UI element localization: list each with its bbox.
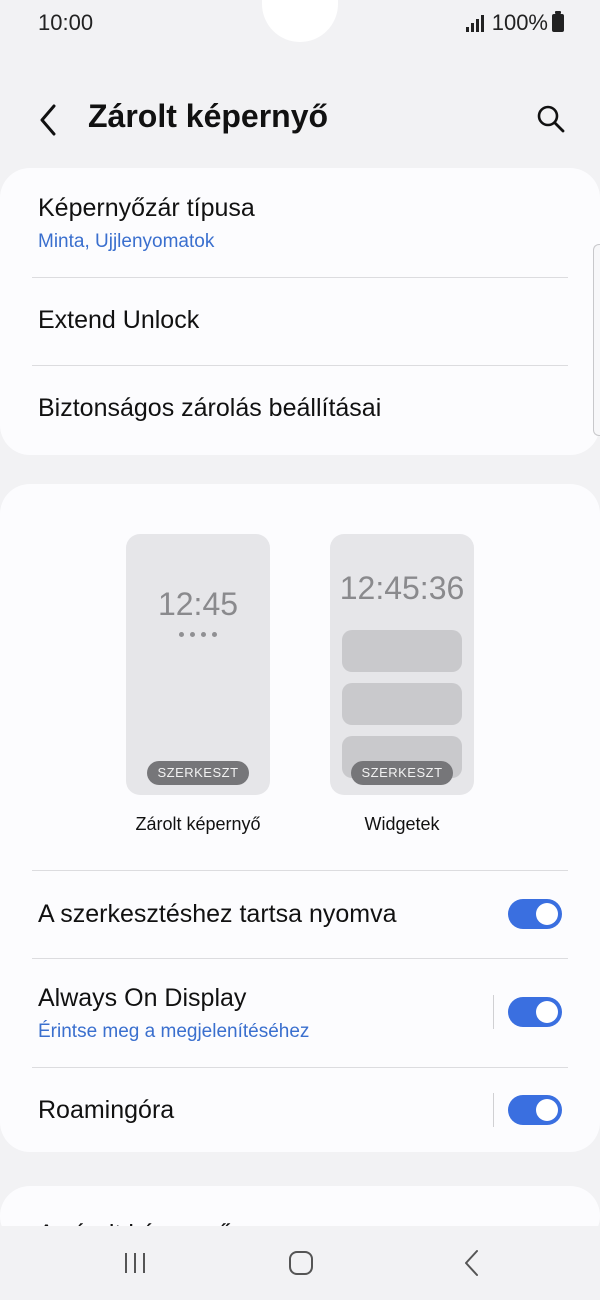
lock-type-row[interactable]: Képernyőzár típusa Minta, Ujjlenyomatok [38, 194, 568, 253]
battery-percent: 100% [491, 10, 548, 35]
preview-clock: 12:45:36 [339, 570, 465, 606]
hold-to-edit-title: A szerkesztéshez tartsa nyomva [38, 900, 397, 928]
widget-placeholder [342, 683, 462, 725]
navigation-bar [0, 1226, 600, 1300]
edit-button[interactable]: SZERKESZT [147, 761, 249, 785]
lock-screen-label: Zárolt képernyő [135, 814, 261, 834]
page-title: Zárolt képernyő [88, 98, 329, 134]
always-on-display-row[interactable]: Always On Display Érintse meg a megjelen… [38, 984, 568, 1043]
divider [32, 365, 568, 366]
aod-toggle[interactable] [508, 997, 562, 1027]
widget-placeholder [342, 630, 462, 672]
edit-button[interactable]: SZERKESZT [351, 761, 453, 785]
divider [32, 958, 568, 959]
extend-unlock-title: Extend Unlock [38, 306, 200, 334]
status-indicators: 100% [465, 10, 564, 36]
extend-unlock-row[interactable]: Extend Unlock [38, 306, 568, 335]
vertical-separator [493, 1093, 494, 1127]
back-arrow-icon[interactable] [34, 102, 64, 138]
lockscreen-card: 12:45 SZERKESZT 12:45:36 SZERKESZT Zárol… [0, 484, 600, 1152]
search-icon[interactable] [536, 104, 566, 134]
secure-lock-settings-row[interactable]: Biztonságos zárolás beállításai [38, 394, 568, 423]
roaming-clock-toggle[interactable] [508, 1095, 562, 1125]
secure-lock-settings-title: Biztonságos zárolás beállításai [38, 394, 382, 422]
pager-dots [126, 624, 270, 642]
vertical-separator [493, 995, 494, 1029]
battery-icon [552, 11, 564, 32]
roaming-clock-title: Roamingóra [38, 1096, 175, 1124]
lock-type-title: Képernyőzár típusa [38, 194, 255, 222]
recent-apps-icon[interactable] [122, 1250, 148, 1276]
preview-clock: 12:45 [157, 586, 239, 622]
aod-title: Always On Display [38, 984, 247, 1012]
signal-icon [465, 14, 486, 32]
divider [32, 870, 568, 871]
status-bar: 10:00 100% [0, 0, 600, 48]
scroll-handle[interactable] [593, 244, 600, 436]
hold-to-edit-row[interactable]: A szerkesztéshez tartsa nyomva [38, 900, 568, 929]
app-header: Zárolt képernyő [0, 88, 600, 152]
home-icon[interactable] [288, 1250, 314, 1276]
status-time: 10:00 [38, 10, 94, 35]
lock-screen-preview[interactable]: 12:45 SZERKESZT [126, 534, 270, 795]
security-card: Képernyőzár típusa Minta, Ujjlenyomatok … [0, 168, 600, 455]
camera-notch [262, 0, 338, 42]
roaming-clock-row[interactable]: Roamingóra [38, 1096, 568, 1125]
widget-label: Widgetek [364, 814, 440, 834]
hold-to-edit-toggle[interactable] [508, 899, 562, 929]
back-icon[interactable] [458, 1248, 486, 1278]
widget-preview[interactable]: 12:45:36 SZERKESZT [330, 534, 474, 795]
divider [32, 1067, 568, 1068]
divider [32, 277, 568, 278]
lock-type-value: Minta, Ujjlenyomatok [38, 231, 215, 252]
aod-subtitle: Érintse meg a megjelenítéséhez [38, 1021, 310, 1042]
